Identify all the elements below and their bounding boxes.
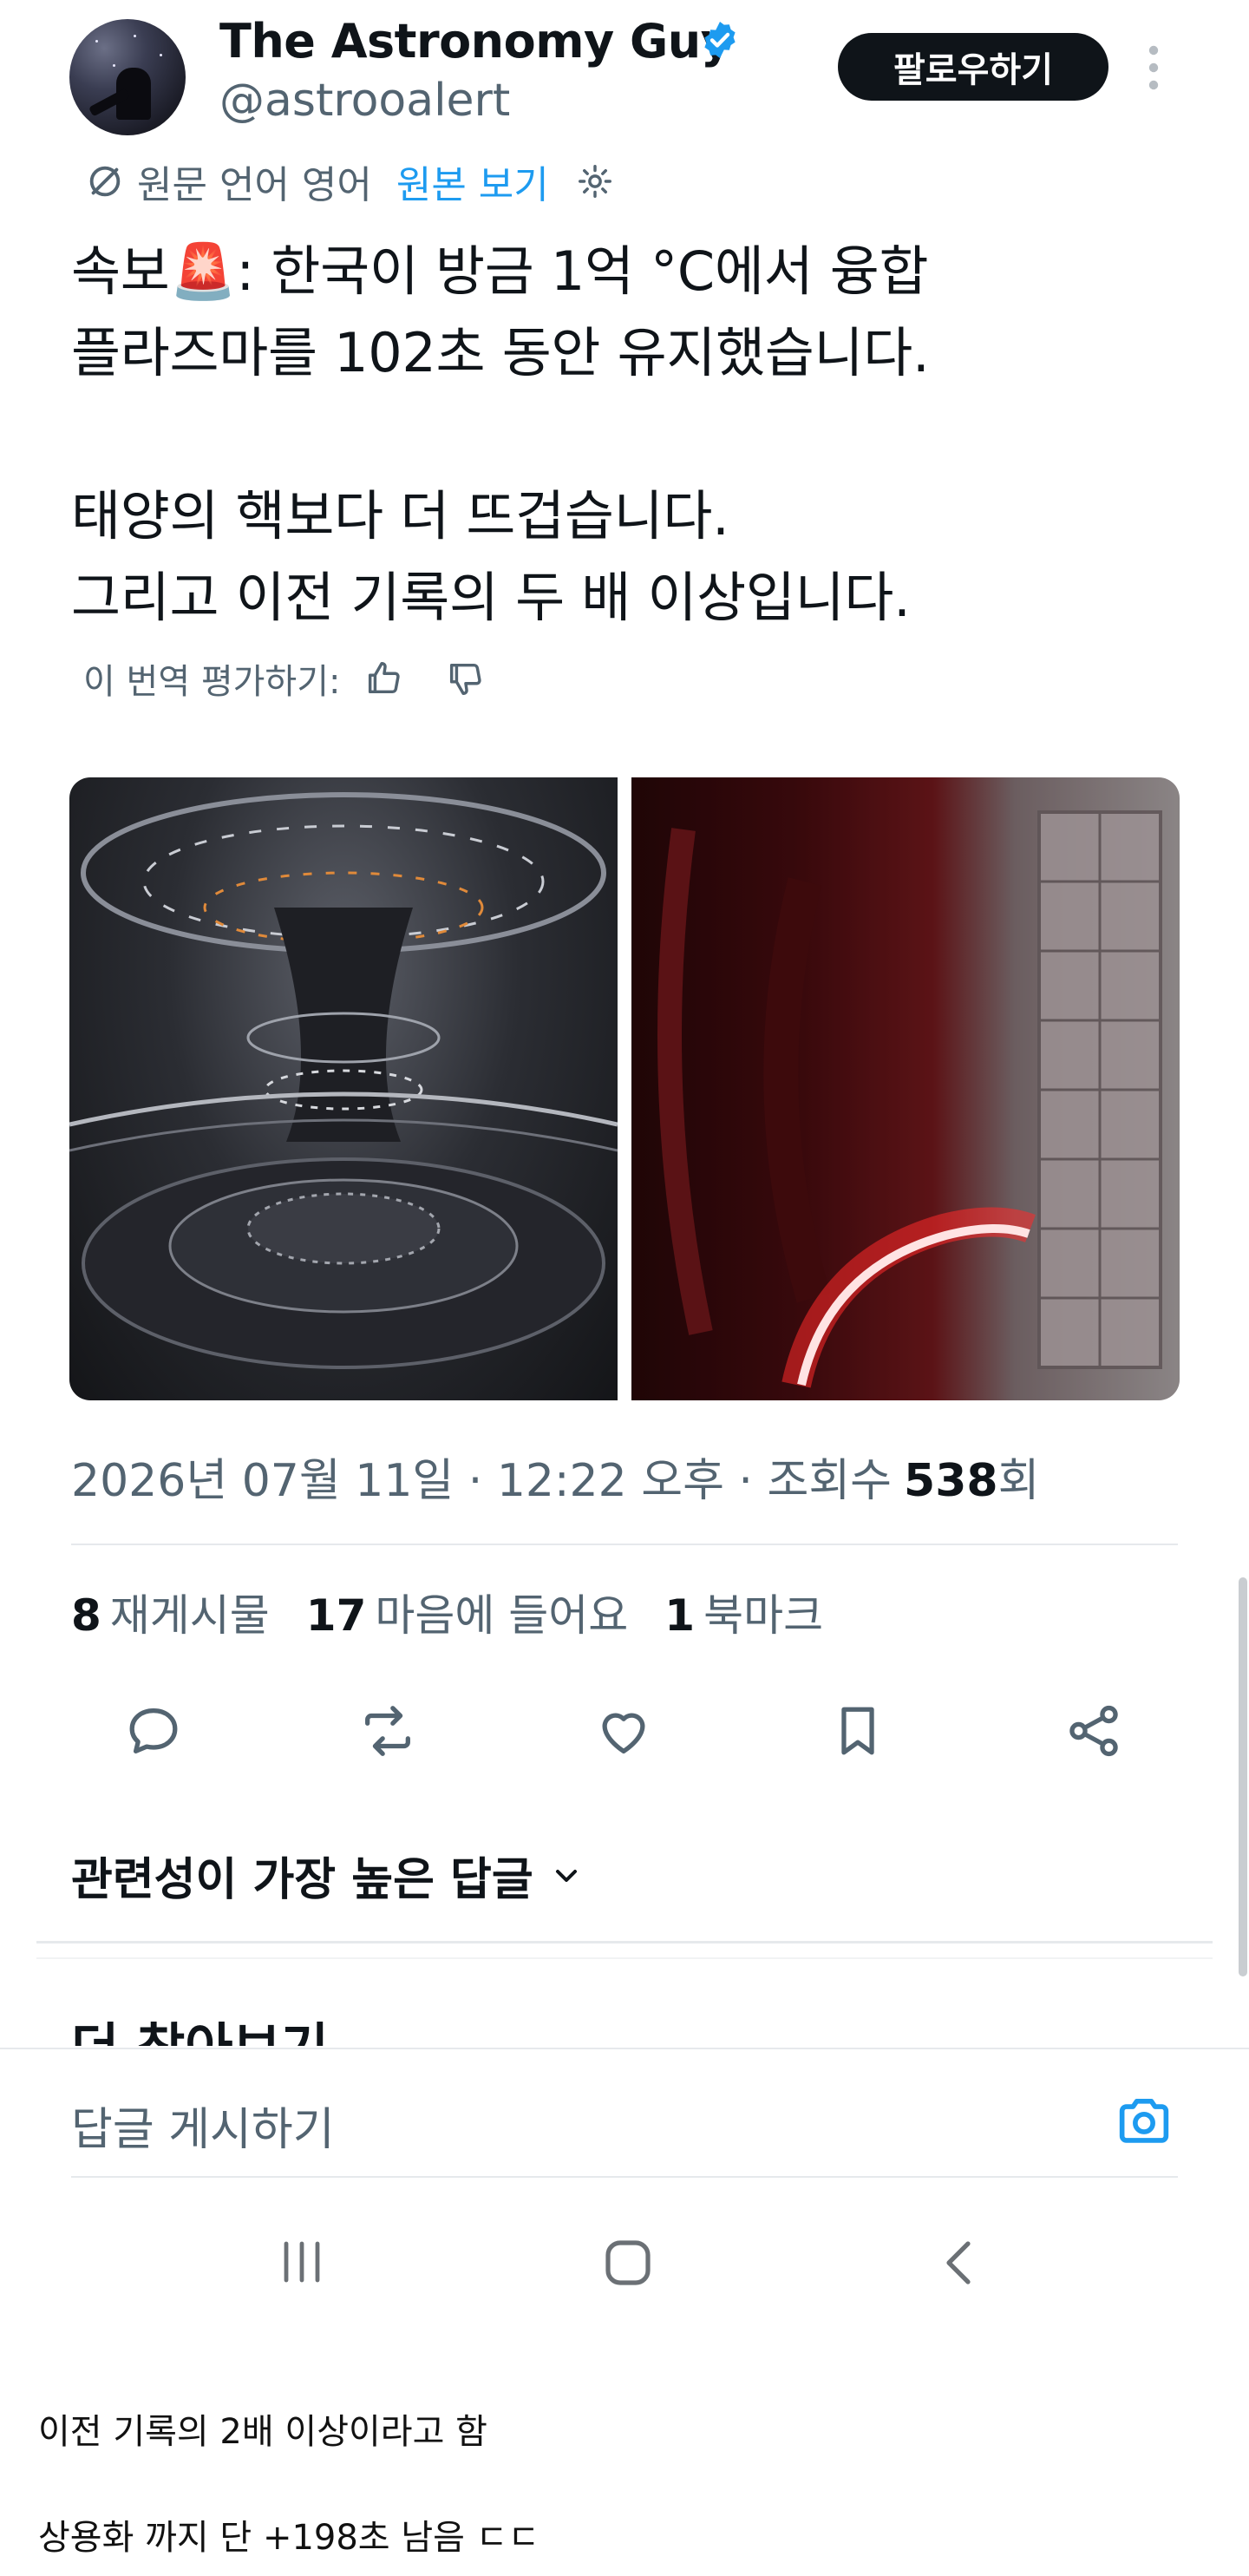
view-count: 538 xyxy=(904,1455,998,1507)
caption-line: 상용화 까지 단 +198초 남음 ㄷㄷ xyxy=(38,2518,540,2558)
view-original-link[interactable]: 원본 보기 xyxy=(396,154,549,209)
avatar-star xyxy=(160,54,162,56)
avatar[interactable] xyxy=(69,19,186,135)
likes-stat[interactable]: 17 마음에 들어요 xyxy=(306,1581,629,1643)
reply-input[interactable]: 답글 게시하기 xyxy=(71,2093,335,2158)
translate-icon xyxy=(89,166,121,197)
bookmarks-count: 1 xyxy=(664,1590,696,1641)
reply-composer-bottom-border xyxy=(71,2176,1178,2178)
heart-icon[interactable] xyxy=(593,1701,654,1761)
reply-sort-label: 관련성이 가장 높은 답글 xyxy=(71,1854,533,1906)
likes-label: 마음에 들어요 xyxy=(375,1590,629,1641)
gear-icon[interactable] xyxy=(575,161,615,201)
handle[interactable]: @astrooalert xyxy=(219,75,510,127)
thumbs-down-icon[interactable] xyxy=(445,659,485,698)
red-plasma-illustration xyxy=(631,777,1180,1400)
section-divider xyxy=(36,1957,1213,1959)
avatar-star xyxy=(95,40,98,43)
likes-count: 17 xyxy=(305,1590,367,1641)
recent-apps-icon[interactable] xyxy=(278,2240,326,2284)
discover-more-heading: 더 찾아보기 xyxy=(71,2006,329,2046)
reply-composer-top-border xyxy=(0,2048,1249,2049)
more-vertical-icon[interactable] xyxy=(1143,43,1164,92)
bookmarks-label: 북마크 xyxy=(703,1590,824,1641)
reposts-label: 재게시물 xyxy=(109,1590,270,1641)
reply-icon[interactable] xyxy=(123,1701,184,1761)
section-divider xyxy=(36,1941,1213,1943)
rate-translation-label: 이 번역 평가하기: xyxy=(83,662,341,702)
avatar-star xyxy=(134,35,136,37)
follow-button[interactable]: 팔로우하기 xyxy=(838,33,1108,101)
tweet-image-reactor-interior[interactable] xyxy=(69,777,618,1400)
camera-icon[interactable] xyxy=(1114,2093,1174,2147)
bookmarks-stat[interactable]: 1 북마크 xyxy=(664,1581,823,1643)
chevron-down-icon xyxy=(555,1869,577,1882)
caption-line: 이전 기록의 2배 이상이라고 함 xyxy=(38,2412,487,2452)
reply-sort-dropdown[interactable]: 관련성이 가장 높은 답글 xyxy=(71,1843,584,1908)
tweet-text: 속보🚨: 한국이 방금 1억 °C에서 융합 플라즈마를 102초 동안 유지했… xyxy=(71,239,930,629)
home-icon[interactable] xyxy=(604,2238,652,2287)
share-icon[interactable] xyxy=(1063,1701,1124,1761)
avatar-star xyxy=(113,64,115,67)
reposts-stat[interactable]: 8 재게시물 xyxy=(71,1581,270,1643)
translate-row: 원문 언어 영어 원본 보기 xyxy=(85,154,615,208)
divider xyxy=(71,1544,1178,1545)
view-count-suffix: 회 xyxy=(997,1455,1040,1507)
back-icon[interactable] xyxy=(940,2238,978,2287)
scrollbar[interactable] xyxy=(1239,1577,1247,1976)
verified-badge-icon xyxy=(704,22,736,58)
tweet-meta: 2026년 07월 11일 · 12:22 오후 · 조회수 538 회 xyxy=(71,1444,1039,1509)
rate-translation-row: 이 번역 평가하기: xyxy=(83,652,485,705)
bookmark-icon[interactable] xyxy=(827,1701,888,1761)
repost-icon[interactable] xyxy=(357,1701,418,1761)
reposts-count: 8 xyxy=(71,1590,101,1641)
translate-label: 원문 언어 영어 xyxy=(137,163,372,207)
engagement-stats: 8 재게시물 17 마음에 들어요 1 북마크 xyxy=(71,1581,823,1643)
reactor-interior-illustration xyxy=(69,792,618,1369)
thumbs-up-icon[interactable] xyxy=(363,659,403,698)
display-name[interactable]: The Astronomy Guy xyxy=(219,14,731,69)
tweet-image-red-plasma[interactable] xyxy=(631,777,1180,1400)
tweet-datetime: 2026년 07월 11일 · 12:22 오후 · 조회수 xyxy=(71,1455,893,1507)
